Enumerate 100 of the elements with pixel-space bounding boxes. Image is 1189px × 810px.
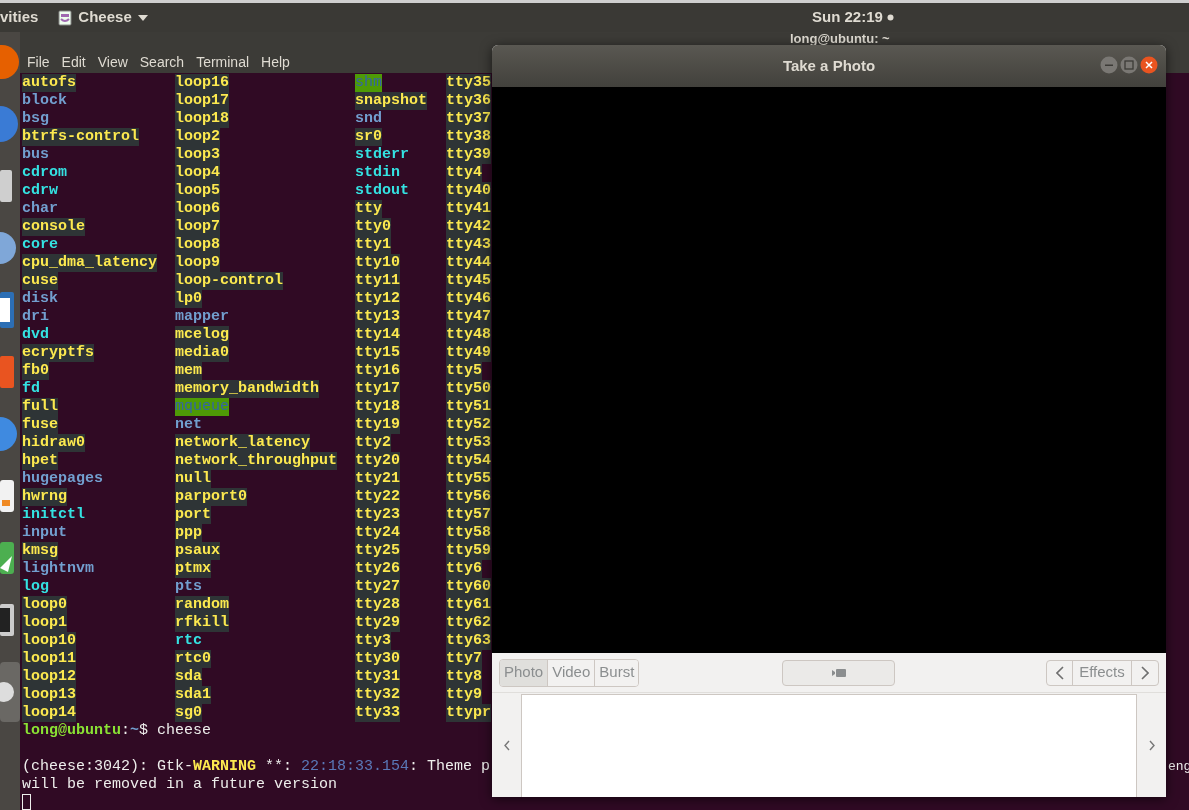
- menu-item[interactable]: View: [97, 52, 128, 73]
- device-file-name: tty15: [355, 344, 400, 362]
- device-file-name: tty52: [446, 416, 491, 434]
- device-file-name: tty31: [355, 668, 400, 686]
- device-file-name: tty26: [355, 560, 400, 578]
- device-file-name: tty36: [446, 92, 491, 110]
- device-file-name: loop4: [175, 164, 220, 182]
- menu-item[interactable]: File: [27, 52, 50, 73]
- window-title: Take a Photo: [782, 55, 876, 76]
- device-file-name: tty57: [446, 506, 491, 524]
- directory-name: net: [175, 416, 202, 434]
- directory-name: mapper: [175, 308, 229, 326]
- device-file-name: loop5: [175, 182, 220, 200]
- device-file-name: cpu_dma_latency: [22, 254, 158, 272]
- menu-item[interactable]: Terminal: [196, 52, 250, 73]
- text-cursor: [22, 794, 31, 810]
- device-file-name: tty62: [446, 614, 491, 632]
- device-file-name: loop14: [22, 704, 76, 722]
- close-icon[interactable]: [1140, 56, 1158, 74]
- device-file-name: tty1: [355, 236, 391, 254]
- device-file-name: loop1: [22, 614, 67, 632]
- device-file-name: tty42: [446, 218, 491, 236]
- device-file-name: tty12: [355, 290, 400, 308]
- symlink-name: dvd: [22, 326, 49, 344]
- device-file-name: tty18: [355, 398, 400, 416]
- directory-name: char: [22, 200, 58, 218]
- device-file-name: tty49: [446, 344, 491, 362]
- clock[interactable]: Sun 22:19: [812, 6, 894, 29]
- device-file-name: ecryptfs: [22, 344, 94, 362]
- minimize-icon[interactable]: [1100, 56, 1118, 74]
- device-file-name: full: [22, 398, 58, 416]
- device-file-name: btrfs-control: [22, 128, 140, 146]
- device-file-name: ttypr: [446, 704, 491, 722]
- device-file-name: psaux: [175, 542, 220, 560]
- directory-name: lightnvm: [22, 560, 94, 578]
- device-file-name: tty24: [355, 524, 400, 542]
- device-file-name: tty63: [446, 632, 491, 650]
- device-file-name: tty6: [446, 560, 482, 578]
- device-file-name: sda: [175, 668, 202, 686]
- device-file-name: sg0: [175, 704, 202, 722]
- device-file-name: fb0: [22, 362, 49, 380]
- device-file-name: mcelog: [175, 326, 229, 344]
- sticky-directory-name: mqueue: [175, 398, 229, 416]
- symlink-name: stderr: [355, 146, 409, 164]
- device-file-name: tty28: [355, 596, 400, 614]
- device-file-name: tty33: [355, 704, 400, 722]
- device-file-name: null: [175, 470, 211, 488]
- device-file-name: tty32: [355, 686, 400, 704]
- device-file-name: mem: [175, 362, 202, 380]
- chevron-right-icon: [1148, 739, 1155, 751]
- notification-dot-icon: [886, 13, 894, 21]
- device-file-name: loop9: [175, 254, 220, 272]
- dock-app-icon[interactable]: [0, 662, 20, 722]
- device-file-name: loop13: [22, 686, 76, 704]
- device-file-name: tty37: [446, 110, 491, 128]
- device-file-name: tty9: [446, 686, 482, 704]
- menu-item[interactable]: Search: [139, 52, 185, 73]
- menu-item[interactable]: Help: [261, 52, 290, 73]
- device-file-name: tty61: [446, 596, 491, 614]
- device-file-name: network_throughput: [175, 452, 338, 470]
- directory-name: snd: [355, 110, 382, 128]
- device-file-name: hwrng: [22, 488, 67, 506]
- device-file-name: tty19: [355, 416, 400, 434]
- device-file-name: tty39: [446, 146, 491, 164]
- device-file-name: tty60: [446, 578, 491, 596]
- device-file-name: loop0: [22, 596, 67, 614]
- device-file-name: tty20: [355, 452, 400, 470]
- device-file-name: loop2: [175, 128, 220, 146]
- device-file-name: tty58: [446, 524, 491, 542]
- device-file-name: random: [175, 596, 229, 614]
- device-file-name: tty13: [355, 308, 400, 326]
- take-photo-button[interactable]: [782, 659, 896, 686]
- device-file-name: tty51: [446, 398, 491, 416]
- menu-item[interactable]: Edit: [61, 52, 86, 73]
- directory-name: block: [22, 92, 67, 110]
- device-file-name: tty25: [355, 542, 400, 560]
- device-file-name: loop10: [22, 632, 76, 650]
- device-file-name: loop12: [22, 668, 76, 686]
- device-file-name: tty11: [355, 272, 400, 290]
- app-menu[interactable]: Cheese: [58, 6, 148, 29]
- device-file-name: ptmx: [175, 560, 211, 578]
- prompt-line: long@ubuntu:~$ cheese: [22, 722, 212, 740]
- device-file-name: cuse: [22, 272, 58, 290]
- device-file-name: tty21: [355, 470, 400, 488]
- activities-button[interactable]: vities: [0, 6, 39, 29]
- chevron-left-icon: [1055, 665, 1064, 680]
- device-file-name: media0: [175, 344, 229, 362]
- symlink-name: cdrom: [22, 164, 67, 182]
- warning-line: will be removed in a future version: [22, 776, 338, 794]
- directory-name: bus: [22, 146, 49, 164]
- device-file-name: tty22: [355, 488, 400, 506]
- device-file-name: tty54: [446, 452, 491, 470]
- chevron-right-icon: [1141, 665, 1149, 680]
- device-file-name: hpet: [22, 452, 58, 470]
- device-file-name: tty56: [446, 488, 491, 506]
- device-file-name: loop16: [175, 74, 229, 92]
- symlink-name: initctl: [22, 506, 85, 524]
- device-file-name: loop6: [175, 200, 220, 218]
- device-file-name: hidraw0: [22, 434, 85, 452]
- symlink-name: fd: [22, 380, 40, 398]
